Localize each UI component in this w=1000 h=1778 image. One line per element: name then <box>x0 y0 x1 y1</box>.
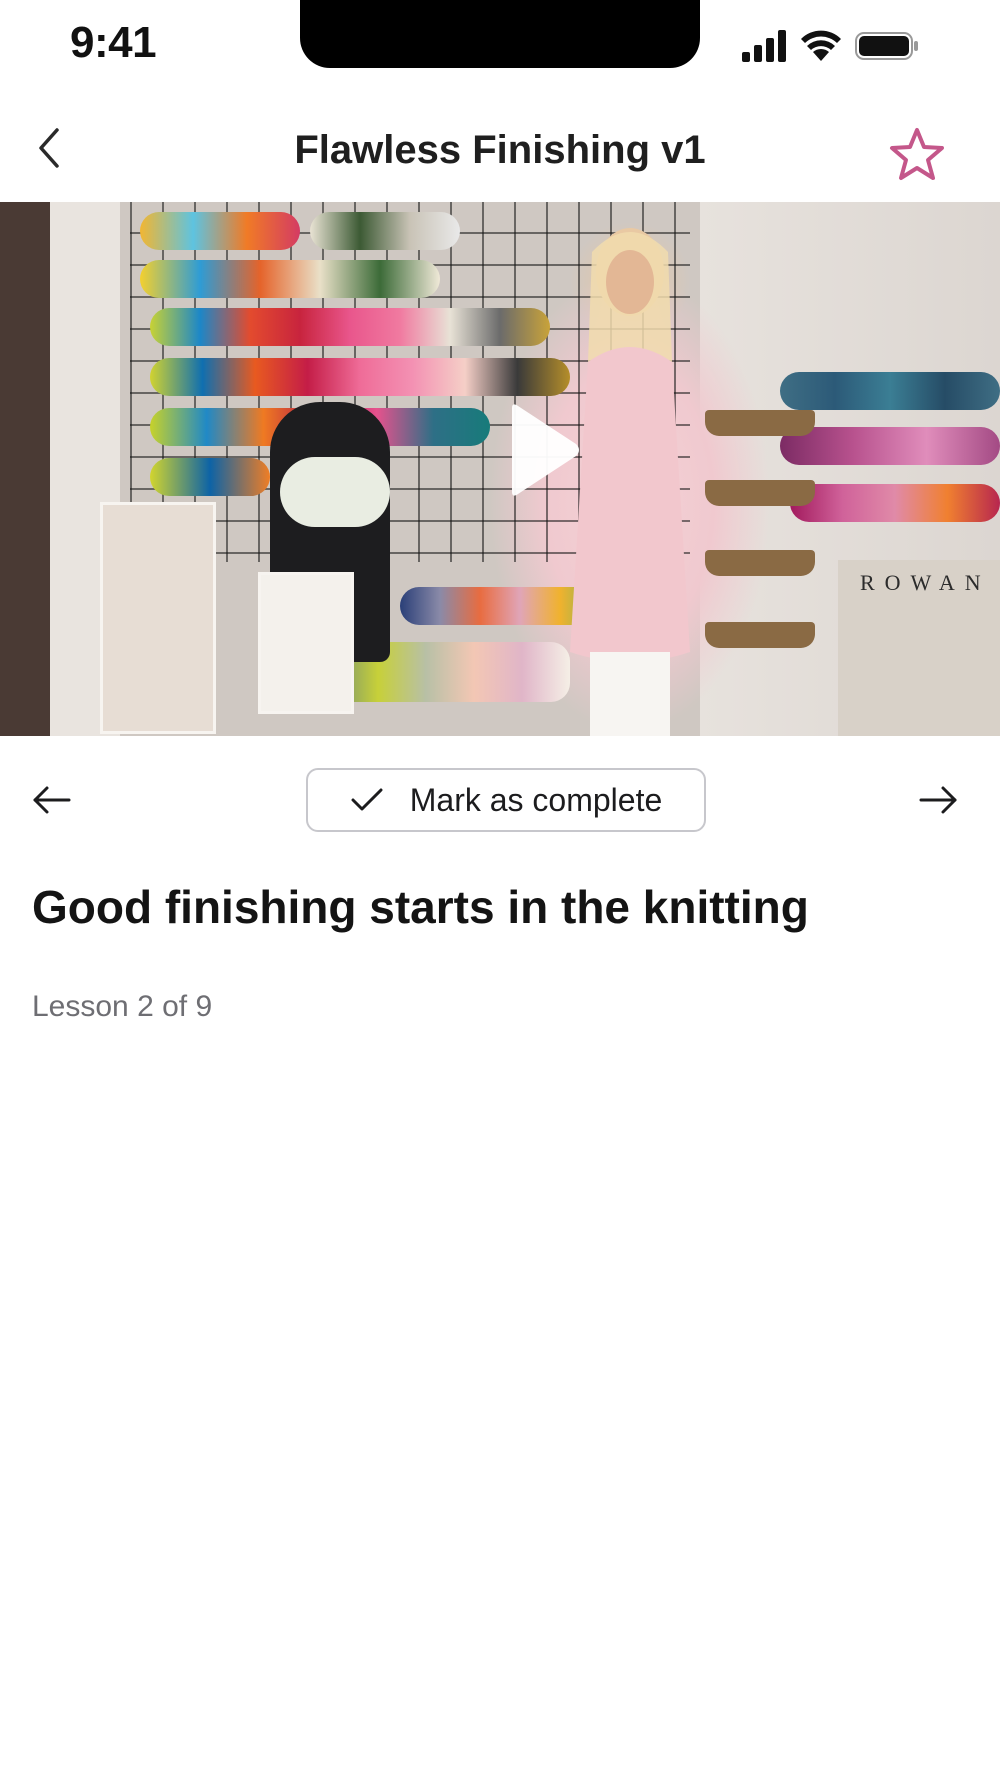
arrow-right-icon <box>919 786 957 814</box>
video-scene-detail <box>705 622 815 648</box>
star-outline-icon <box>890 128 944 180</box>
wifi-icon <box>801 30 841 61</box>
status-bar: 9:41 <box>0 0 1000 92</box>
play-icon[interactable] <box>502 400 582 500</box>
device-notch <box>300 0 700 68</box>
video-scene-detail <box>780 427 1000 465</box>
video-scene-detail <box>140 212 300 250</box>
video-scene-detail <box>150 358 570 396</box>
status-icons <box>740 28 930 68</box>
battery-icon <box>855 32 918 60</box>
next-lesson-button[interactable] <box>912 774 964 826</box>
lesson-title: Good finishing starts in the knitting <box>32 881 809 933</box>
checkmark-icon <box>351 788 383 811</box>
previous-lesson-button[interactable] <box>26 774 78 826</box>
lesson-count: Lesson 2 of 9 <box>32 990 213 1023</box>
video-scene-detail <box>310 212 460 250</box>
back-button[interactable] <box>24 120 74 176</box>
chevron-left-icon <box>39 128 59 168</box>
course-title: Flawless Finishing v1 <box>294 128 706 172</box>
status-time: 9:41 <box>70 18 157 67</box>
video-scene-detail <box>100 502 216 734</box>
mark-complete-label: Mark as complete <box>409 781 663 818</box>
video-scene-detail <box>705 480 815 506</box>
video-scene-detail <box>705 550 815 576</box>
video-scene-detail <box>150 308 550 346</box>
video-scene-detail <box>780 372 1000 410</box>
lesson-controls: Mark as complete <box>0 760 1000 840</box>
favorite-button[interactable] <box>884 122 950 188</box>
video-scene-detail <box>790 484 1000 522</box>
arrow-left-icon <box>33 786 71 814</box>
video-scene-detail <box>258 572 354 714</box>
video-scene-detail <box>280 457 390 527</box>
video-scene-detail <box>150 458 270 496</box>
video-scene-detail <box>705 410 815 436</box>
cellular-signal-icon <box>742 30 786 62</box>
nav-bar: Flawless Finishing v1 <box>0 100 1000 202</box>
lesson-video[interactable]: ROWAN <box>0 202 1000 736</box>
video-scene-detail <box>140 260 440 298</box>
mark-complete-button[interactable]: Mark as complete <box>306 768 706 832</box>
video-sign-text: ROWAN <box>860 570 991 595</box>
